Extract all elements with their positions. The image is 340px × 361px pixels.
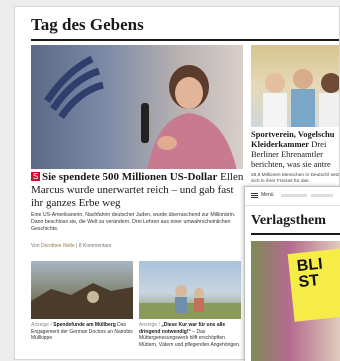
author-link[interactable]: Dorothee Nolte: [41, 243, 75, 249]
lead-teaser: Eine US-Amerikanerin, Nachfahrin deutsch…: [31, 212, 236, 232]
section-divider: [31, 39, 339, 41]
lead-byline: Von Dorothee Nolte | 8 Kommentare: [31, 243, 245, 249]
lead-headline-strong: Sie spendete 500 Millionen US-Dollar: [42, 171, 218, 183]
overlay-divider: [251, 233, 340, 235]
organization-logo-icon: [44, 55, 104, 120]
lead-article-image[interactable]: [31, 45, 243, 169]
microphone-icon: [141, 103, 149, 143]
volunteers-photo: [263, 69, 339, 127]
ad-label: Anzeige /: [31, 322, 54, 328]
side-article-image[interactable]: [251, 45, 339, 127]
ad-caption-2[interactable]: Anzeige / „Diese Kur war für uns alle dr…: [139, 322, 241, 348]
comment-count[interactable]: | 8 Kommentare: [75, 243, 112, 249]
menu-label[interactable]: Menü: [261, 192, 274, 198]
overlay-poster-image[interactable]: BLI ST: [251, 241, 340, 361]
ad-label: Anzeige /: [139, 322, 162, 328]
side-headline[interactable]: Sportverein, Vogelschu Kleiderkammer Dre…: [251, 129, 339, 169]
ad-title: Spendefunde am Müllberg: [53, 322, 116, 328]
ad-image-dump[interactable]: [31, 261, 133, 319]
overlay-page-card[interactable]: Menü Verlagsthem BLI ST: [244, 186, 340, 361]
toolbar-placeholder: [281, 194, 307, 197]
section-title: Tag des Gebens: [31, 15, 144, 34]
ad-caption-1[interactable]: Anzeige / Spendefunde am Müllberg Das En…: [31, 322, 133, 342]
toolbar-placeholder: [311, 194, 333, 197]
lead-headline[interactable]: S Sie spendete 500 Millionen US-Dollar El…: [31, 171, 245, 210]
premium-marker-icon: S: [31, 172, 40, 181]
overlay-section-title: Verlagsthem: [251, 213, 326, 228]
overlay-toolbar: Menü: [245, 187, 340, 206]
family-photo: [139, 285, 241, 319]
byline-prefix: Von: [31, 243, 42, 249]
side-teaser: 28,8 Millionen Menschen in Deutschl setz…: [251, 173, 340, 184]
landfill-photo: [31, 283, 133, 319]
ad-image-family[interactable]: [139, 261, 241, 319]
poster-sticker: BLI ST: [287, 248, 340, 322]
menu-icon[interactable]: [251, 193, 258, 198]
